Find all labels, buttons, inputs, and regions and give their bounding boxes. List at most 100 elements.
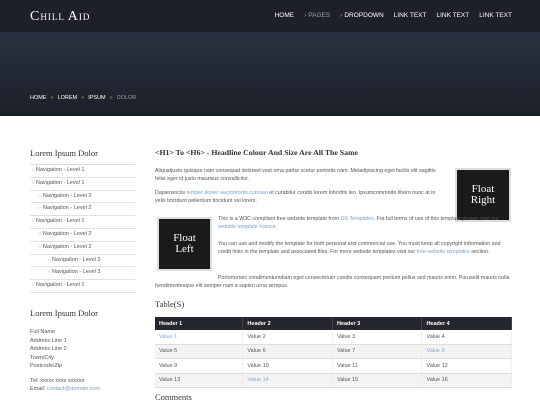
sidebar-item-label: Navigation - Level 1: [35, 282, 85, 289]
p4-text-b: section.: [469, 249, 490, 256]
float-right-image: Float Right: [455, 168, 511, 222]
breadcrumb-link[interactable]: IPSUM: [88, 95, 105, 101]
template-info-paragraph: This is a W3C compliant free website tem…: [218, 215, 510, 232]
sidebar-item-level-3[interactable]: › Navigation - Level 3: [30, 267, 135, 281]
breadcrumb-link[interactable]: HOME: [30, 95, 47, 101]
table-cell: Value 5: [155, 344, 244, 359]
main-content: <H1> To <H6> - Headline Colour And Size …: [155, 148, 513, 157]
table-cell: Value 3: [332, 330, 423, 345]
address-line-2: Address Line 2: [30, 346, 67, 352]
sidebar-item-label: Navigation - Level 1: [35, 218, 85, 225]
breadcrumb-current: DOLOR: [116, 95, 137, 101]
chevron-right-icon: ›: [32, 179, 34, 186]
sidebar-item-label: Navigation - Level 1: [35, 179, 85, 186]
sidebar-item-level-1[interactable]: › Navigation - Level 1: [30, 178, 135, 191]
sidebar-item-label: Navigation - Level 2: [42, 243, 92, 250]
table-header-cell: Header 1: [155, 317, 244, 330]
table-title: Table(S): [155, 299, 185, 309]
table-cell: Value 15: [332, 373, 423, 388]
nav-item-label: LINK TEXT: [393, 12, 427, 19]
nav-item-pages[interactable]: › PAGES: [304, 12, 330, 19]
table-cell: Value 6: [242, 344, 333, 359]
address-block: Lorem Ipsum Dolor Full Name Address Line…: [30, 308, 140, 394]
chevron-right-icon: ›: [32, 282, 34, 289]
chevron-right-icon: ›: [39, 243, 41, 250]
table-cell: Value 16: [421, 373, 512, 388]
chevron-right-icon: ›: [32, 167, 34, 173]
table-cell-link[interactable]: Value 14: [242, 373, 333, 388]
sidebar-item-level-1[interactable]: › Navigation - Level 1: [30, 280, 135, 293]
sidebar-item-level-2[interactable]: › Navigation - Level 2: [30, 203, 135, 217]
closing-paragraph: Portortornec condimentumdiam eget consec…: [155, 275, 510, 290]
nav-item-label: HOME: [274, 12, 295, 19]
data-table: Header 1 Header 2 Header 3 Header 4 Value 1…: [155, 317, 512, 388]
nav-item-dropdown[interactable]: › DROPDOWN: [340, 12, 384, 19]
chevron-right-icon: ›: [39, 192, 41, 199]
p2-text-a: Dapiensociis: [155, 190, 187, 196]
hero-banner: [0, 32, 540, 116]
os-templates-link[interactable]: OS Templates: [340, 216, 373, 222]
free-templates-link[interactable]: free website templates: [417, 249, 470, 255]
table-header-cell: Header 4: [421, 317, 512, 330]
nav-item-link-text[interactable]: LINK TEXT: [479, 12, 512, 19]
nav-item-link-text[interactable]: LINK TEXT: [436, 12, 469, 19]
table-cell-link[interactable]: Value 8: [421, 344, 512, 359]
address-postcode: Postcode/Zip: [30, 363, 63, 369]
chevron-right-icon: ›: [32, 218, 34, 225]
table-cell: Value 7: [332, 344, 423, 359]
address-tel: Tel: xxxxx xxxx xxxxxx: [30, 377, 85, 384]
p3-text-b: . For full terms of use of this template…: [373, 216, 500, 222]
licence-link[interactable]: website template licence: [218, 224, 276, 230]
address-title: Lorem Ipsum Dolor: [30, 308, 98, 318]
sidebar-item-level-2[interactable]: › Navigation - Level 2: [30, 191, 135, 204]
float-left-image: Float Left: [157, 217, 212, 271]
table-header-cell: Header 2: [242, 317, 333, 330]
logo-text-hill: HILL: [40, 12, 68, 22]
table-row: Value 9 Value 10 Value 11 Value 12: [155, 358, 512, 374]
sidebar-item-level-2[interactable]: › Navigation - Level 2: [30, 229, 135, 242]
email-link[interactable]: contact@domain.com: [47, 386, 100, 392]
table-cell-link[interactable]: Value 1: [155, 330, 244, 345]
p3-text-c: .: [275, 224, 278, 231]
nav-item-label: PAGES: [308, 12, 331, 19]
email-label: Email:: [30, 386, 47, 392]
table-cell: Value 10: [242, 358, 333, 374]
nav-bullet-icon: ›: [340, 12, 343, 19]
nav-item-label: DROPDOWN: [344, 12, 384, 19]
breadcrumb: HOME» LOREM» IPSUM» DOLOR: [30, 95, 136, 101]
table-header-row: Header 1 Header 2 Header 3 Header 4: [155, 317, 512, 330]
main-nav: HOME › PAGES › DROPDOWN LINK TEXT LINK TEXT LIN…: [275, 12, 512, 19]
sidebar-item-level-3[interactable]: › Navigation - Level 3: [30, 255, 135, 268]
sidebar-item-label: Navigation - Level 2: [42, 205, 92, 212]
page-heading: <H1> To <H6> - Headline Colour And Size …: [155, 148, 358, 157]
sidebar-item-level-1[interactable]: › Navigation - Level 1: [30, 165, 135, 178]
p2-link[interactable]: temper donec auctoritortis cumsan: [187, 190, 268, 196]
table-cell: Value 2: [242, 330, 333, 345]
nav-item-home[interactable]: HOME: [275, 12, 295, 19]
address-town: Town/City: [30, 354, 54, 361]
table-cell: Value 9: [155, 358, 244, 374]
usage-paragraph: You can use and modify the template for …: [218, 240, 514, 257]
address-line-name: Full Name: [30, 329, 56, 335]
breadcrumb-separator-icon: »: [50, 95, 54, 101]
nav-item-label: LINK TEXT: [436, 12, 470, 19]
chevron-right-icon: ›: [39, 205, 41, 212]
chevron-right-icon: ›: [39, 230, 41, 237]
breadcrumb-separator-icon: »: [109, 95, 113, 101]
breadcrumb-separator-icon: »: [81, 95, 85, 101]
logo-letter-a: A: [67, 9, 79, 24]
top-bar: CHILL AID HOME › PAGES › DROPDOWN LINK TEXT LI…: [0, 0, 540, 32]
logo-letter-c: C: [30, 9, 41, 24]
sidebar-item-label: Navigation - Level 2: [42, 230, 92, 237]
site-logo[interactable]: CHILL AID: [30, 9, 90, 25]
table-cell: Value 13: [155, 373, 244, 388]
sidebar-item-level-1[interactable]: › Navigation - Level 1: [30, 216, 135, 229]
sidebar-item-level-2[interactable]: › Navigation - Level 2: [30, 242, 135, 255]
nav-item-link-text[interactable]: LINK TEXT: [394, 12, 427, 19]
table-cell: Value 12: [421, 358, 512, 374]
sidebar-title: Lorem Ipsum Dolor: [30, 148, 98, 158]
second-paragraph: Dapiensociis temper donec auctoritortis …: [155, 189, 443, 206]
nav-bullet-icon: ›: [304, 12, 307, 19]
sidebar: Lorem Ipsum Dolor › Navigation - Level 1 ›…: [30, 148, 135, 293]
breadcrumb-link[interactable]: LOREM: [58, 95, 78, 101]
